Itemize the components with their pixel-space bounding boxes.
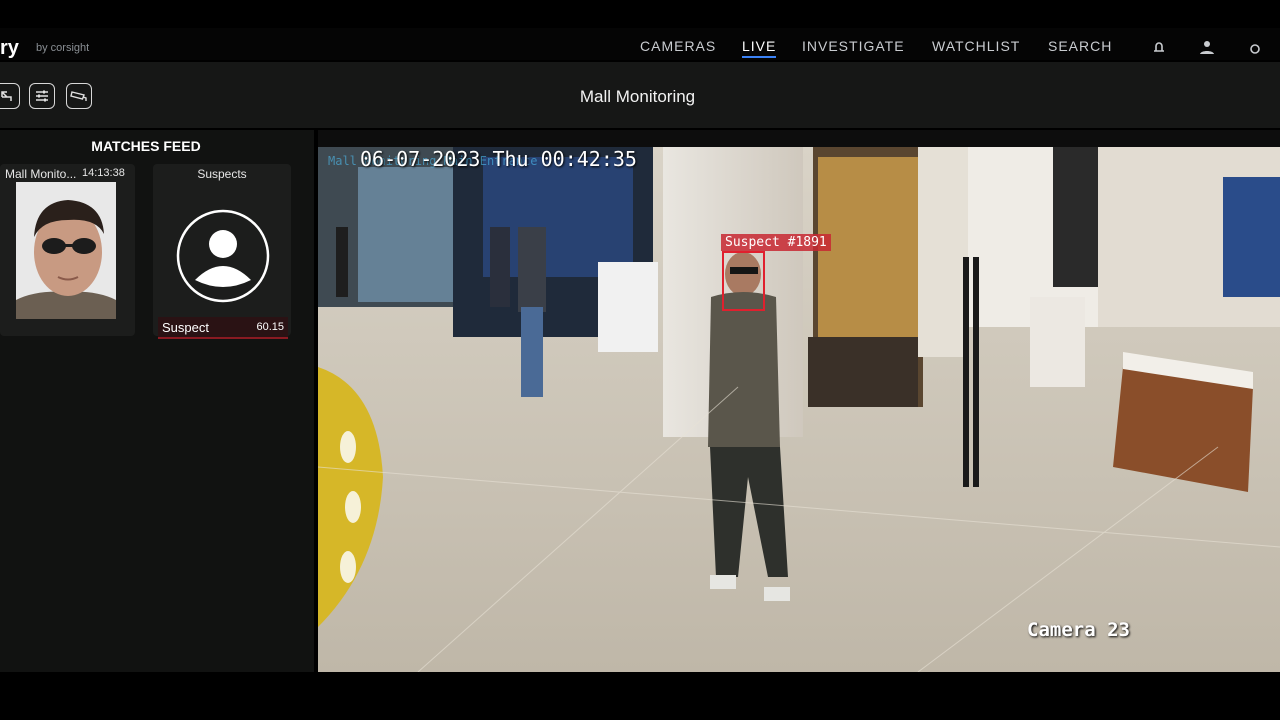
nav-watchlist[interactable]: WATCHLIST xyxy=(932,38,1020,54)
match-camera-name: Mall Monito... xyxy=(5,167,77,181)
nav-investigate[interactable]: INVESTIGATE xyxy=(802,38,905,54)
face-detection-box[interactable] xyxy=(722,251,765,311)
match-score: 60.15 xyxy=(256,321,284,333)
watchlist-name: Suspects xyxy=(197,167,247,181)
match-time: 14:13:38 xyxy=(82,167,125,179)
nav-search[interactable]: SEARCH xyxy=(1048,38,1112,54)
view-title: Mall Monitoring xyxy=(579,87,696,106)
nav-cameras[interactable]: CAMERAS xyxy=(640,38,716,54)
camera-name-label: Camera 23 xyxy=(1027,619,1130,641)
video-timestamp: 06-07-2023 Thu 00:42:35 xyxy=(360,147,637,171)
gear-icon[interactable] xyxy=(1246,40,1264,54)
user-icon[interactable] xyxy=(1198,40,1216,54)
app-logo: ry xyxy=(0,37,19,59)
detection-label: Suspect #1891 xyxy=(721,234,831,251)
captured-face-image xyxy=(16,182,116,319)
nav-live[interactable]: LIVE xyxy=(742,38,777,58)
brand-subtitle: by corsight xyxy=(36,42,90,54)
default-avatar-icon xyxy=(176,209,270,303)
live-camera-feed[interactable] xyxy=(318,130,1280,672)
matches-feed-title: MATCHES FEED xyxy=(91,138,201,154)
watchlist-label: Suspect xyxy=(162,320,209,335)
bell-icon[interactable] xyxy=(1150,40,1168,54)
camera-scene-image xyxy=(318,147,1280,672)
match-score-bar: Suspect 60.15 xyxy=(158,317,288,339)
